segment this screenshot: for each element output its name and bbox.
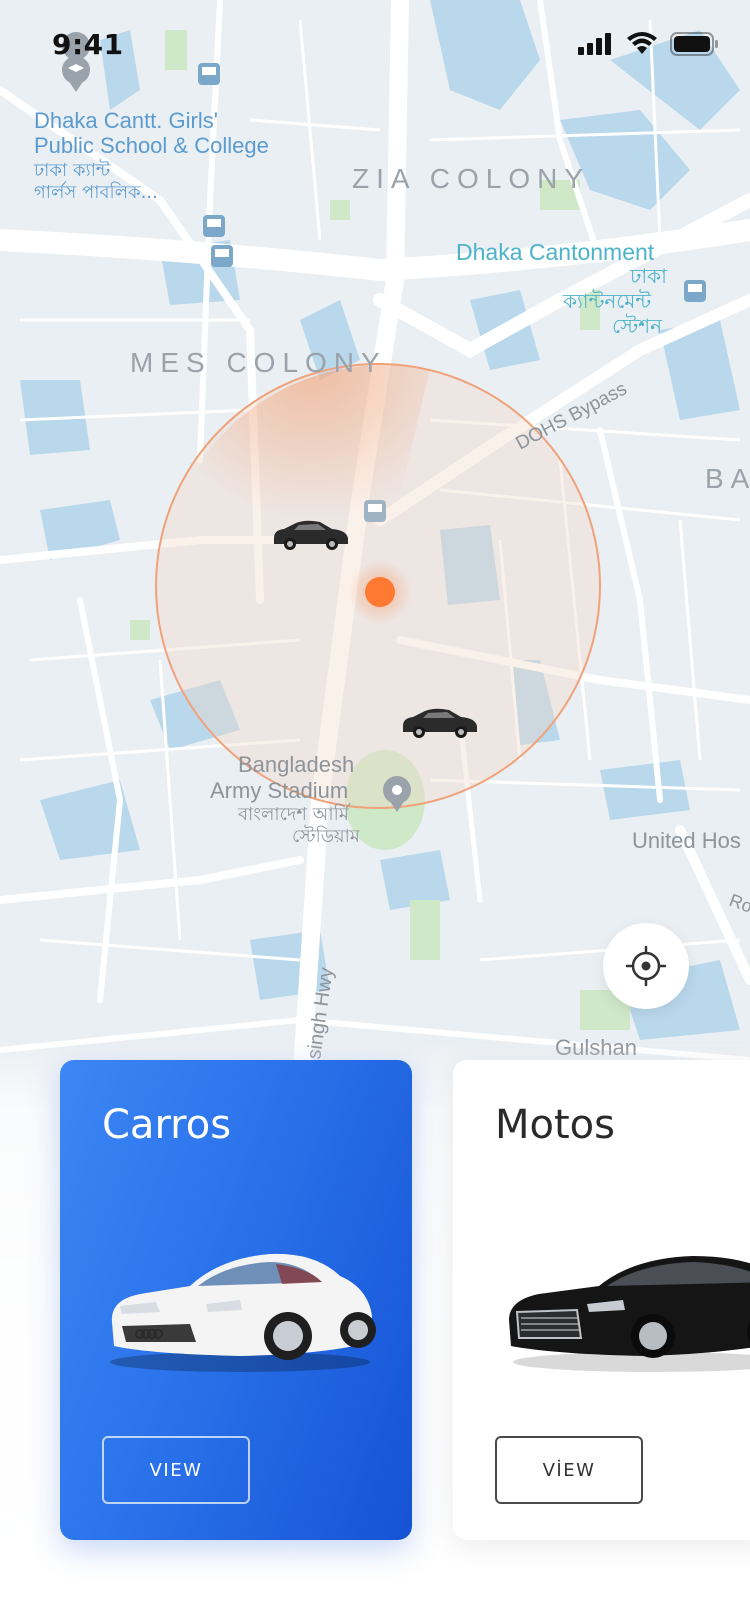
svg-text:Bangladesh: Bangladesh [238, 752, 354, 777]
user-location-dot [348, 560, 412, 624]
svg-text:ঢাকা ক্যান্ট: ঢাকা ক্যান্ট [33, 159, 111, 181]
signal-icon [578, 33, 611, 55]
svg-text:Dhaka Cantt. Girls': Dhaka Cantt. Girls' [34, 108, 218, 133]
view-motos-button[interactable]: VİEW [495, 1436, 643, 1504]
svg-text:Public School & College: Public School & College [34, 133, 269, 158]
svg-text:ZIA COLONY: ZIA COLONY [352, 163, 590, 194]
svg-text:স্টেডিয়াম: স্টেডিয়াম [292, 825, 361, 847]
crosshair-icon [625, 945, 667, 987]
black-sedan-car-image [509, 1256, 750, 1372]
locate-me-button[interactable] [603, 923, 689, 1009]
category-card-carros[interactable]: Carros VIEW [60, 1060, 412, 1540]
card-title: Carros [102, 1102, 232, 1148]
svg-text:বাংলাদেশ আর্মি: বাংলাদেশ আর্মি [237, 803, 351, 825]
svg-text:গার্লস পাবলিক...: গার্লস পাবলিক... [34, 181, 158, 203]
svg-text:MES COLONY: MES COLONY [130, 347, 387, 378]
bus-stop-icon [364, 500, 386, 522]
status-time: 9:41 [52, 28, 124, 61]
svg-text:Dhaka Cantonment: Dhaka Cantonment [456, 239, 655, 265]
svg-text:ঢাকা: ঢাকা [629, 264, 668, 288]
status-icons [578, 32, 720, 56]
svg-text:Army Stadium: Army Stadium [210, 778, 348, 803]
svg-text:ক্যান্টনমেন্ট: ক্যান্টনমেন্ট [562, 289, 651, 313]
svg-text:BA: BA [705, 463, 750, 494]
view-carros-button[interactable]: VIEW [102, 1436, 250, 1504]
bus-stop-icon [211, 245, 233, 267]
wifi-icon [627, 32, 657, 54]
svg-text:United Hos: United Hos [632, 828, 741, 853]
battery-icon [670, 32, 718, 56]
svg-text:স্টেশন: স্টেশন [612, 314, 663, 338]
bus-stop-icon [684, 280, 706, 302]
bus-stop-icon [203, 215, 225, 237]
status-bar: 9:41 [0, 0, 750, 92]
category-card-motos[interactable]: Motos VİEW [453, 1060, 750, 1540]
white-coupe-car-image [110, 1253, 376, 1372]
card-title: Motos [495, 1102, 615, 1148]
